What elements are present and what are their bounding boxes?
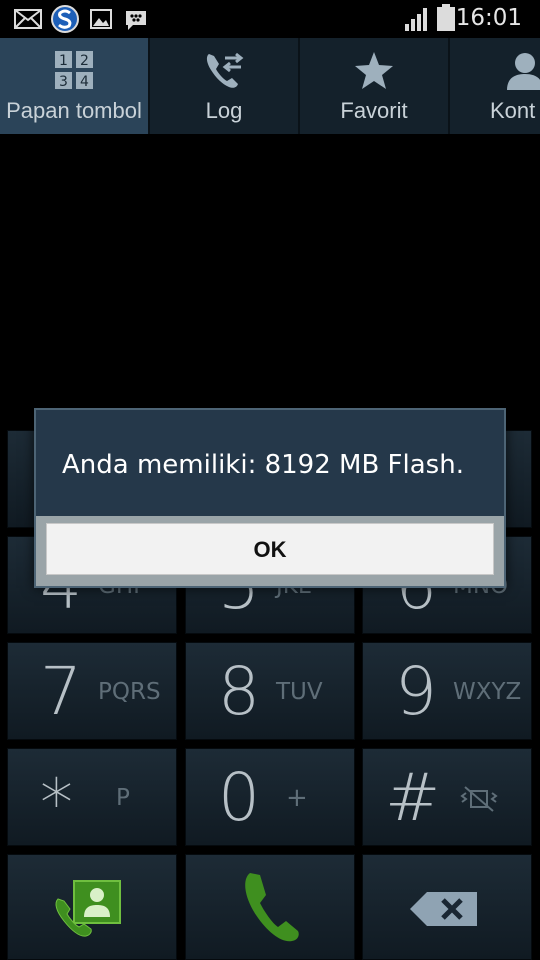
dialog-button-area: OK — [36, 516, 504, 586]
alert-dialog: Anda memiliki: 8192 MB Flash. OK — [34, 408, 506, 588]
dialog-message: Anda memiliki: 8192 MB Flash. — [62, 450, 464, 480]
dialog-overlay: Anda memiliki: 8192 MB Flash. OK — [0, 0, 540, 960]
ok-button[interactable]: OK — [46, 523, 494, 575]
